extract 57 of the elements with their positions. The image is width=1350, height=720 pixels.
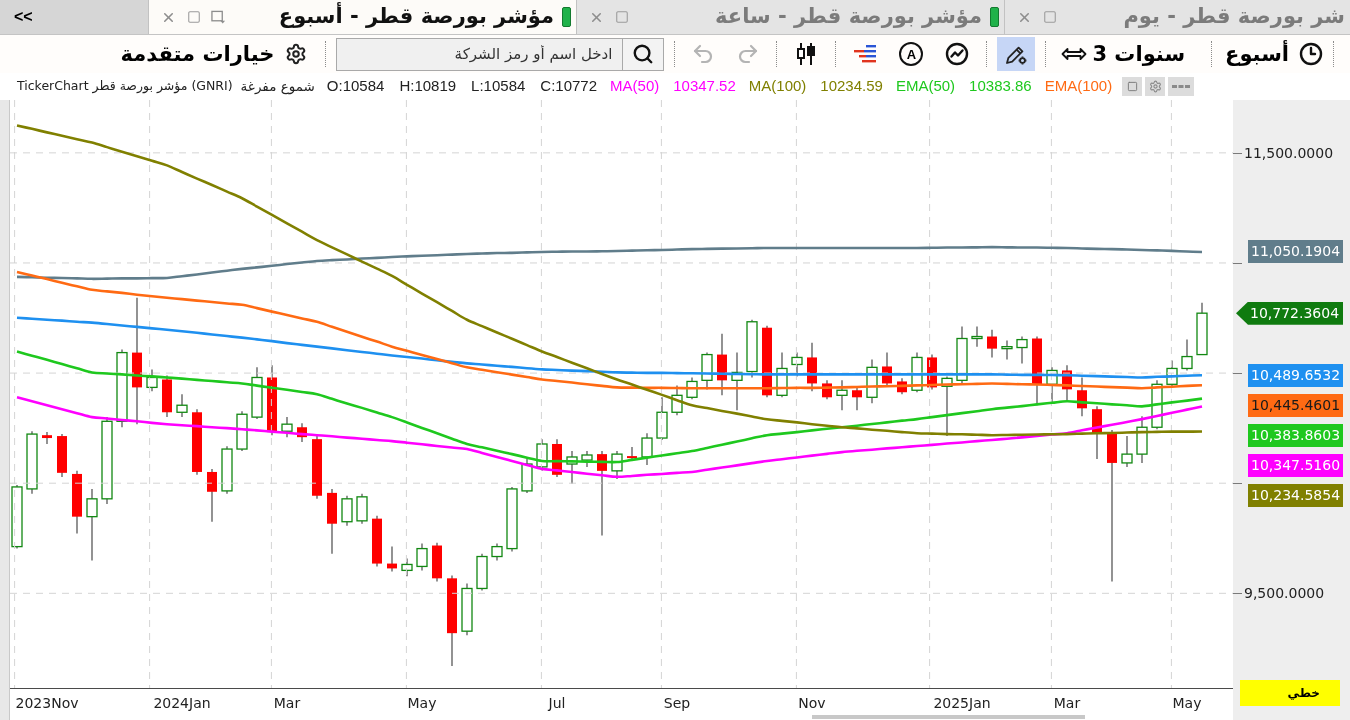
axis-label: 2023Nov: [15, 695, 79, 712]
value-tag: 10,234.5854: [1248, 483, 1344, 507]
period-button[interactable]: أسبوع: [1222, 38, 1323, 70]
ohlc-value: O:10584: [326, 76, 385, 97]
ohlc-value: H:10819: [399, 76, 457, 97]
candlestick-icon: [795, 42, 818, 66]
toolbar-button[interactable]: A: [892, 37, 931, 71]
chart-type-label: شموع مفرغة: [240, 77, 315, 97]
indicator-value: 10383.86: [969, 76, 1032, 97]
tab-overflow-button[interactable]: <<: [8, 5, 39, 29]
price-tag: 10,772.3604: [1236, 301, 1344, 325]
search-icon: [632, 43, 655, 65]
advanced-options-button[interactable]: خيارات متقدمة: [116, 38, 316, 70]
value-tag: 10,489.6532: [1248, 363, 1344, 387]
bars-icon: [852, 44, 879, 64]
scale-button[interactable]: خطي: [1240, 680, 1340, 706]
axis-label: May: [1172, 695, 1202, 712]
window-button[interactable]: [1122, 77, 1143, 96]
value-tag: 10,445.4601: [1248, 393, 1344, 417]
ohlc-value: C:10772: [540, 76, 598, 97]
value-tag: 11,050.1904: [1248, 240, 1344, 264]
axis-label: 2024Jan: [153, 695, 211, 712]
axis-label: Nov: [798, 695, 826, 712]
chart-circle-icon: [945, 42, 970, 66]
more-button[interactable]: [1168, 77, 1195, 96]
toolbar-button[interactable]: [997, 37, 1036, 71]
indicator-value: 10347.52: [673, 76, 736, 97]
maximize-icon[interactable]: [187, 10, 201, 24]
gear-icon: [285, 43, 308, 65]
window-icon[interactable]: [211, 9, 226, 25]
range-button[interactable]: 3 سنوات: [1056, 38, 1202, 70]
gear-icon: [1148, 80, 1162, 93]
indicator-name: EMA(100): [1044, 76, 1113, 97]
axis-label: Sep: [663, 695, 691, 712]
axis-label: Jul: [548, 695, 566, 712]
search-button[interactable]: [622, 37, 665, 71]
value-tag: 10,347.5160: [1248, 453, 1344, 477]
axis-label: 9,500.0000: [1244, 584, 1325, 603]
indicator-value: 10234.59: [820, 76, 883, 97]
maximize-icon[interactable]: [1043, 10, 1057, 24]
axis-label: 11,500.0000: [1244, 143, 1334, 162]
square-icon: [1126, 81, 1138, 92]
clock-icon: [1299, 42, 1323, 66]
indicator-name: MA(100): [748, 76, 807, 97]
indicator-name: EMA(50): [895, 76, 956, 97]
value-tag: 10,383.8603: [1248, 423, 1344, 447]
ohlc-value: L:10584: [471, 76, 526, 97]
settings-button[interactable]: [1145, 77, 1166, 96]
chart-title: TickerChart مؤشر بورصة قطر (GNRI): [17, 77, 233, 96]
axis-label: Mar: [1053, 695, 1081, 712]
dashes-icon: [1172, 85, 1191, 88]
double-arrow-icon: [1061, 47, 1088, 61]
indicator-name: MA(50): [610, 76, 660, 97]
axis-label: Mar: [273, 695, 301, 712]
axis-label: May: [407, 695, 437, 712]
scrollbar-thumb[interactable]: [812, 715, 1085, 719]
axis-label: 2025Jan: [933, 695, 991, 712]
